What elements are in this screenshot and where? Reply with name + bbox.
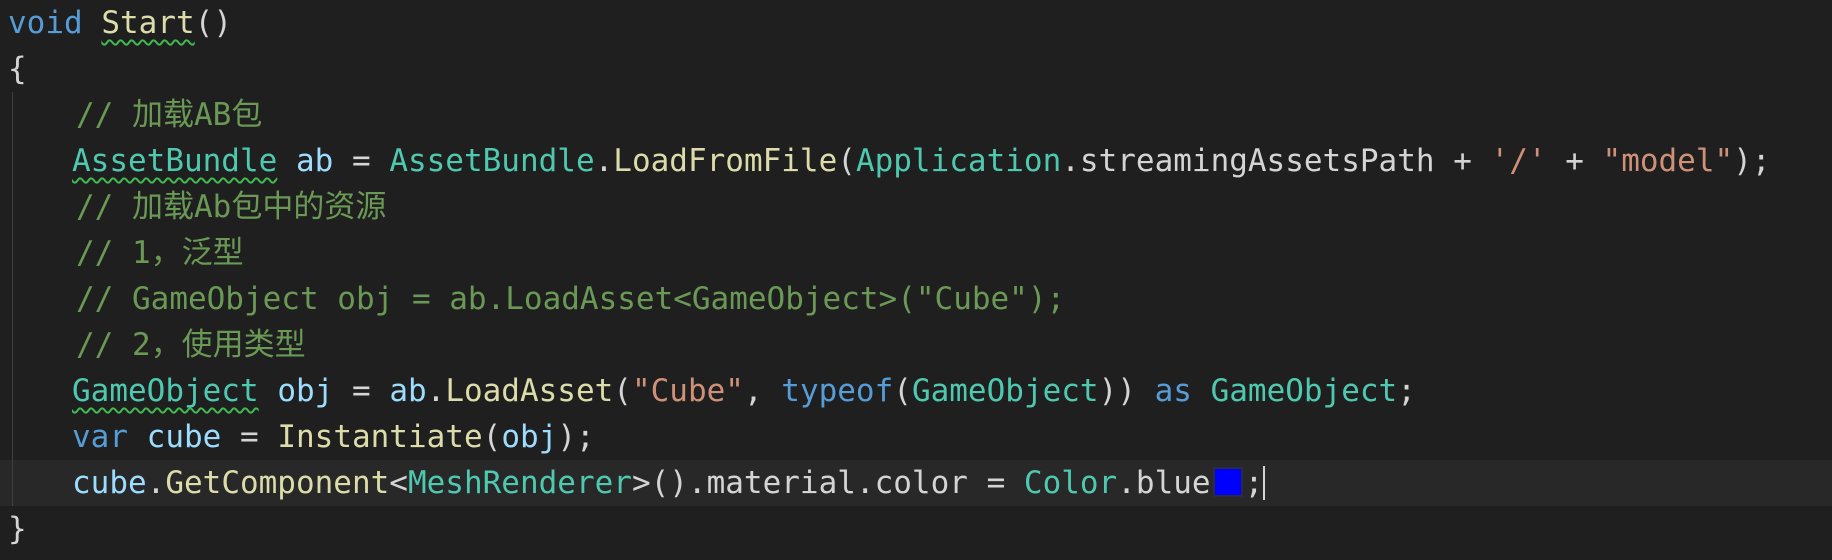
token: + [1546,143,1603,179]
code-line-1[interactable]: void Start() [8,0,232,46]
token: GameObject [911,373,1099,409]
token: var [72,419,128,455]
token: '/' [1490,143,1547,179]
token: ab [389,373,427,409]
code-line-9[interactable]: GameObject obj = ab.LoadAsset("Cube", ty… [72,368,1416,414]
token: = [221,419,278,455]
code-line-10[interactable]: var cube = Instantiate(obj); [72,414,595,460]
token: GetComponent [165,465,390,501]
comment: // 加载AB包 [76,97,263,133]
token: MeshRenderer [407,465,632,501]
token: streamingAssetsPath [1079,143,1435,179]
token: cube [146,419,222,455]
token: Instantiate [277,419,483,455]
token: as [1154,373,1192,409]
token: color [874,465,968,501]
comment: // 2，使用类型 [76,327,306,363]
token: AssetBundle [389,143,595,179]
token: Application [855,143,1062,179]
comment: // GameObject obj = ab.LoadAsset<GameObj… [76,281,1066,317]
token: = [333,143,390,179]
token: Start [101,5,195,41]
code-line-7[interactable]: // GameObject obj = ab.LoadAsset<GameObj… [76,276,1065,322]
code-editor[interactable]: void Start() { // 加载AB包 AssetBundle ab =… [0,0,1832,560]
token: Color [1023,465,1118,501]
color-swatch-icon[interactable] [1212,467,1243,497]
token: LoadFromFile [613,143,838,179]
code-line-5[interactable]: // 加载Ab包中的资源 [76,184,386,230]
token: material [706,465,856,501]
code-line-3[interactable]: // 加载AB包 [76,92,262,138]
comment: // 加载Ab包中的资源 [76,189,387,225]
token: ab [295,143,334,179]
code-line-11[interactable]: cube.GetComponent<MeshRenderer>().materi… [72,460,1266,506]
token: AssetBundle [72,143,278,179]
token: GameObject [1210,373,1398,409]
token: + [1434,143,1491,179]
token: = [333,373,390,409]
token: GameObject [72,373,259,409]
indent-guide [12,92,13,506]
token: "model" [1602,143,1734,179]
token: cube [72,465,147,501]
comment: // 1，泛型 [76,235,244,271]
token: void [8,5,83,41]
token: "Cube" [631,373,744,409]
code-line-2[interactable]: { [8,46,27,92]
token: () [194,5,232,41]
token: typeof [781,373,894,409]
code-line-8[interactable]: // 2，使用类型 [76,322,306,368]
code-line-6[interactable]: // 1，泛型 [76,230,244,276]
code-line-4[interactable]: AssetBundle ab = AssetBundle.LoadFromFil… [72,138,1771,184]
code-line-12[interactable]: } [8,506,27,552]
token: obj [277,373,334,409]
token: LoadAsset [445,373,614,409]
token: obj [501,419,558,455]
text-cursor [1263,466,1266,500]
token: = [967,465,1024,501]
token: { [8,51,27,87]
token: blue [1135,465,1211,501]
token: } [8,511,27,547]
